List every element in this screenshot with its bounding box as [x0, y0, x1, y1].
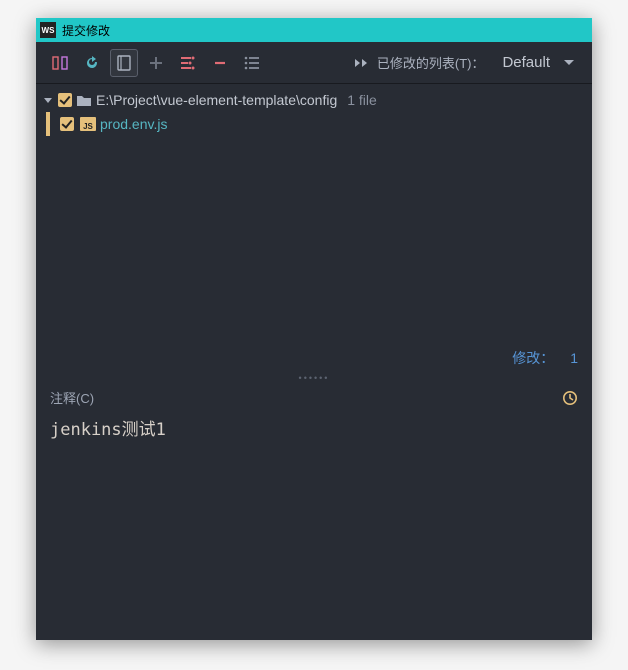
commit-dialog: WS 提交修改 已修改的列表(T)： Default — [36, 18, 592, 640]
change-indicator — [46, 112, 50, 136]
window-title: 提交修改 — [62, 22, 110, 39]
modified-list-label: 已修改的列表(T)： — [377, 53, 485, 72]
comment-header: 注释(C) — [36, 384, 592, 413]
history-icon[interactable] — [562, 390, 578, 406]
js-file-icon: JS — [80, 117, 96, 131]
list-icon[interactable] — [238, 49, 266, 77]
filter-icon[interactable] — [174, 49, 202, 77]
commit-message-input[interactable] — [50, 415, 578, 638]
comment-label: 注释(C) — [50, 388, 94, 407]
remove-icon[interactable] — [206, 49, 234, 77]
refresh-icon[interactable] — [78, 49, 106, 77]
toolbar: 已修改的列表(T)： Default — [36, 42, 592, 84]
app-icon: WS — [40, 22, 56, 38]
diff-icon[interactable] — [46, 49, 74, 77]
tree-file-name: prod.env.js — [100, 116, 167, 132]
chevron-right-icon — [362, 59, 367, 67]
chevron-right-icon — [355, 59, 360, 67]
chevron-down-icon — [564, 60, 574, 65]
modified-count: 1 — [570, 350, 578, 366]
modified-label: 修改： — [512, 348, 554, 368]
add-icon[interactable] — [142, 49, 170, 77]
checkbox[interactable] — [58, 93, 72, 107]
checkbox[interactable] — [60, 117, 74, 131]
chevron-down-icon[interactable] — [44, 98, 52, 103]
tree-root-row[interactable]: E:\Project\vue-element-template\config 1… — [36, 88, 592, 112]
tree-file-row[interactable]: JS prod.env.js — [36, 112, 592, 136]
tree-root-path: E:\Project\vue-element-template\config — [96, 92, 337, 108]
status-row: 修改： 1 — [36, 344, 592, 372]
file-tree[interactable]: E:\Project\vue-element-template\config 1… — [36, 84, 592, 344]
group-by-directory-icon[interactable] — [110, 49, 138, 77]
folder-icon — [76, 93, 92, 107]
changelist-selected: Default — [502, 54, 550, 71]
titlebar[interactable]: WS 提交修改 — [36, 18, 592, 42]
tree-file-count: 1 file — [347, 92, 377, 108]
changelist-dropdown[interactable]: Default — [494, 50, 582, 75]
comment-area — [36, 413, 592, 640]
resize-grip[interactable]: •••••• — [36, 372, 592, 384]
